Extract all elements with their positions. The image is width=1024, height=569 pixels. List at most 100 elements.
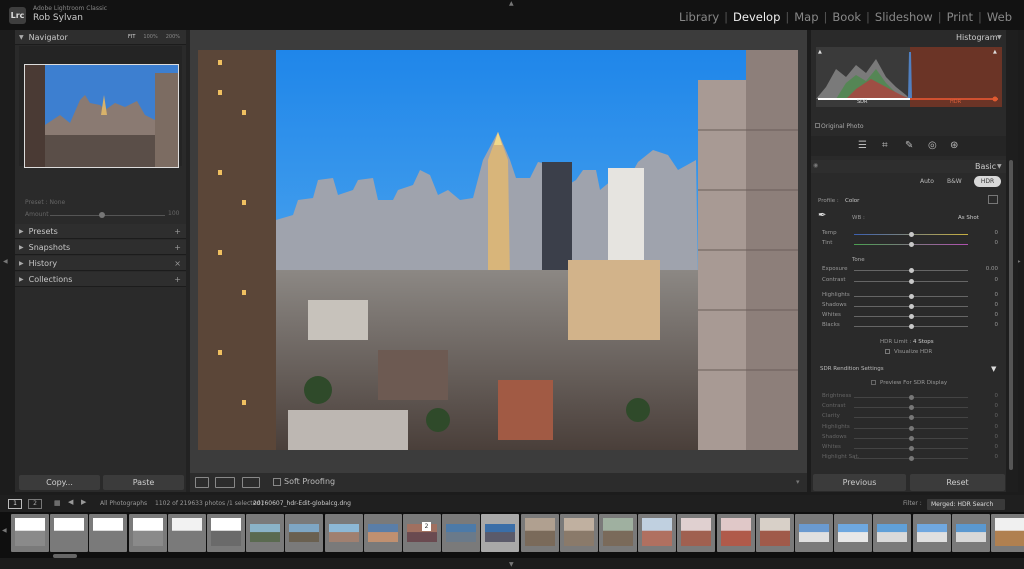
filter-dropdown[interactable]: Merged: HDR Search: [927, 499, 1005, 510]
redeye-icon[interactable]: ◎: [928, 140, 937, 151]
masking-icon[interactable]: ⊛: [950, 140, 958, 151]
filmstrip-thumb[interactable]: [324, 514, 363, 552]
filmstrip-thumb[interactable]: [481, 514, 520, 552]
whites-slider-knob[interactable]: [908, 446, 914, 451]
whites-slider-knob[interactable]: [908, 314, 914, 319]
before-after-icon[interactable]: [242, 477, 260, 488]
contrast-slider-knob[interactable]: [908, 405, 914, 410]
filmstrip-thumb[interactable]: [638, 514, 677, 552]
brightness-value[interactable]: 0: [995, 393, 999, 399]
amount-slider-track[interactable]: [50, 215, 165, 216]
soft-proofing-checkbox[interactable]: [273, 478, 281, 486]
snapshots-panel-header[interactable]: ▶ Snapshots +: [15, 240, 186, 255]
zoom-100[interactable]: 100%: [143, 34, 157, 40]
whites-value[interactable]: 0: [995, 312, 999, 318]
filmstrip-thumb[interactable]: [285, 514, 324, 552]
highlights-slider-knob[interactable]: [908, 294, 914, 299]
shadows-value[interactable]: 0: [995, 434, 999, 440]
back-arrow-icon[interactable]: ◀: [68, 498, 73, 506]
zoom-fit[interactable]: FIT: [128, 34, 135, 40]
tint-slider-knob[interactable]: [908, 242, 914, 247]
filmstrip-thumb[interactable]: [50, 514, 89, 552]
white-balance-eyedropper-icon[interactable]: ✒: [818, 210, 826, 221]
bw-button[interactable]: B&W: [947, 178, 962, 185]
amount-slider-knob[interactable]: [99, 212, 105, 218]
highlight-clipping-icon[interactable]: ▲: [993, 49, 997, 55]
presets-panel-header[interactable]: ▶ Presets +: [15, 224, 186, 239]
filmstrip-thumb[interactable]: [207, 514, 245, 552]
wb-value[interactable]: As Shot: [958, 215, 979, 221]
reset-button[interactable]: Reset: [910, 474, 1005, 491]
hdr-limit-value[interactable]: 4 Stops: [913, 339, 934, 345]
secondary-screen-button[interactable]: 2: [28, 499, 42, 509]
main-screen-button[interactable]: 1: [8, 499, 22, 509]
filmstrip-thumb[interactable]: [912, 514, 951, 552]
add-collection-icon[interactable]: +: [174, 275, 181, 284]
highlight-sat-slider-knob[interactable]: [908, 456, 914, 461]
previous-button[interactable]: Previous: [813, 474, 906, 491]
right-panel-scrollbar-thumb[interactable]: [1009, 160, 1013, 470]
tint-value[interactable]: 0: [995, 240, 999, 246]
copy-settings-button[interactable]: Copy...: [19, 475, 100, 490]
whites-value[interactable]: 0: [995, 444, 999, 450]
contrast-value[interactable]: 0: [995, 403, 999, 409]
grid-view-icon[interactable]: ▦: [54, 499, 61, 507]
shadows-value[interactable]: 0: [995, 302, 999, 308]
clarity-slider-knob[interactable]: [908, 415, 914, 420]
paste-settings-button[interactable]: Paste: [103, 475, 184, 490]
clear-history-icon[interactable]: ×: [174, 259, 181, 268]
module-web[interactable]: Web: [983, 10, 1016, 24]
filmstrip-thumb[interactable]: [363, 514, 402, 552]
filmstrip-thumb[interactable]: [520, 514, 559, 552]
temp-slider-knob[interactable]: [908, 232, 914, 237]
main-photo[interactable]: [198, 50, 798, 450]
contrast-slider-knob[interactable]: [908, 279, 914, 284]
zoom-200[interactable]: 200%: [166, 34, 180, 40]
filmstrip-thumb[interactable]: [795, 514, 833, 552]
loupe-view-icon[interactable]: [195, 477, 209, 488]
module-book[interactable]: Book: [828, 10, 865, 24]
filmstrip-thumb[interactable]: [167, 514, 206, 552]
filmstrip-thumb[interactable]: [246, 514, 285, 552]
highlight-sat-value[interactable]: 0: [995, 454, 999, 460]
filmstrip-filename[interactable]: 20160607_hdr-Edit-globalcg.dng: [253, 500, 351, 507]
original-photo-checkbox[interactable]: [815, 123, 820, 128]
clarity-value[interactable]: 0: [995, 413, 999, 419]
filmstrip-thumb[interactable]: [559, 514, 598, 552]
collapse-top-arrow-icon[interactable]: ▲: [509, 0, 514, 7]
profile-browser-icon[interactable]: [988, 195, 998, 204]
module-print[interactable]: Print: [943, 10, 977, 24]
filmstrip-thumb[interactable]: [873, 514, 912, 552]
exposure-value[interactable]: 0.00: [986, 266, 998, 272]
profile-value[interactable]: Color: [845, 198, 859, 204]
add-snapshot-icon[interactable]: +: [174, 243, 181, 252]
blacks-slider-knob[interactable]: [908, 324, 914, 329]
navigator-thumbnail[interactable]: [24, 64, 179, 168]
filmstrip-thumb[interactable]: [11, 514, 49, 552]
filmstrip-thumb[interactable]: [403, 514, 441, 552]
histogram[interactable]: [816, 47, 1002, 107]
filmstrip-thumb[interactable]: [716, 514, 755, 552]
filmstrip-thumb[interactable]: [834, 514, 873, 552]
filmstrip-thumb[interactable]: [951, 514, 990, 552]
panel-switch-icon[interactable]: ◉: [813, 162, 818, 169]
highlights-value[interactable]: 0: [995, 424, 999, 430]
module-develop[interactable]: Develop: [729, 10, 784, 24]
disclosure-down-icon[interactable]: ▼: [997, 163, 1002, 170]
exposure-slider-knob[interactable]: [908, 268, 914, 273]
filmstrip-thumb[interactable]: [442, 514, 481, 552]
module-slideshow[interactable]: Slideshow: [871, 10, 937, 24]
filmstrip-source[interactable]: All Photographs: [100, 500, 147, 507]
crop-icon[interactable]: ⌗: [882, 140, 888, 151]
temp-value[interactable]: 0: [995, 230, 999, 236]
collapse-left-arrow-icon[interactable]: ◀: [3, 258, 8, 265]
forward-arrow-icon[interactable]: ▶: [81, 498, 86, 506]
toolbar-menu-icon[interactable]: ▾: [796, 478, 800, 486]
compare-icon[interactable]: [215, 477, 235, 488]
filmstrip-thumb[interactable]: [677, 514, 716, 552]
blacks-value[interactable]: 0: [995, 322, 999, 328]
collapse-bottom-arrow-icon[interactable]: ▼: [509, 561, 514, 568]
history-panel-header[interactable]: ▶ History ×: [15, 256, 186, 271]
add-preset-icon[interactable]: +: [174, 227, 181, 236]
filmstrip-scroll-thumb[interactable]: [53, 554, 77, 558]
